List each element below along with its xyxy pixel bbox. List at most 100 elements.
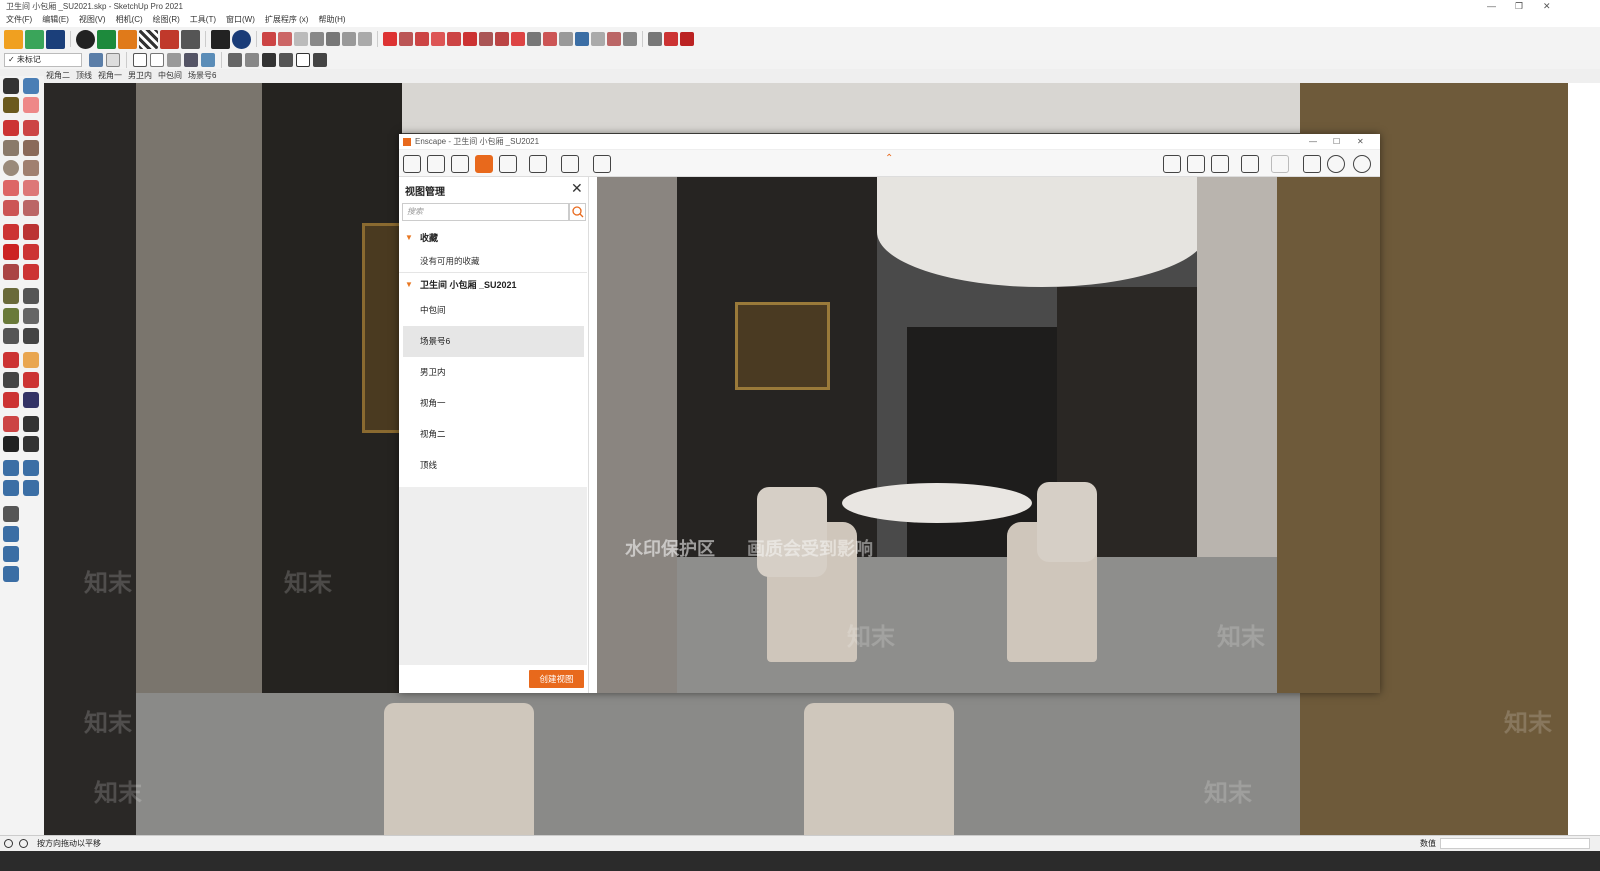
- measurements-input[interactable]: [1440, 838, 1590, 849]
- atmosphere-icon[interactable]: [1241, 155, 1259, 173]
- tool-icon-g[interactable]: [358, 32, 372, 46]
- cube-icon[interactable]: [1211, 155, 1229, 173]
- close-button[interactable]: ✕: [1543, 0, 1551, 13]
- view-management-icon[interactable]: [475, 155, 493, 173]
- help-icon[interactable]: [1353, 155, 1371, 173]
- arc3-tool-icon[interactable]: [3, 200, 19, 216]
- cloud-upload-icon[interactable]: [160, 29, 179, 49]
- tab-scene-6[interactable]: 场景号6: [188, 69, 216, 83]
- left-view-icon[interactable]: [313, 53, 327, 67]
- scale-tool-icon[interactable]: [3, 264, 19, 280]
- axes-tool-icon[interactable]: [3, 328, 19, 344]
- menu-help[interactable]: 帮助(H): [318, 13, 345, 27]
- bezier-tool-icon[interactable]: [431, 32, 445, 46]
- move-tool-icon[interactable]: [3, 224, 19, 240]
- visual-settings-icon[interactable]: [1303, 155, 1321, 173]
- pushpull-tool-icon[interactable]: [23, 224, 39, 240]
- settings-gear-icon[interactable]: [1327, 155, 1345, 173]
- zoom-extents-icon[interactable]: [3, 392, 19, 408]
- menu-tools[interactable]: 工具(T): [190, 13, 216, 27]
- sandbox-icon-d[interactable]: [23, 480, 39, 496]
- rotated-rect-icon[interactable]: [23, 140, 39, 156]
- menu-camera[interactable]: 相机(C): [116, 13, 143, 27]
- monochrome-icon[interactable]: [184, 53, 198, 67]
- tool-icon-b[interactable]: [278, 32, 292, 46]
- tag-select[interactable]: ✓ 未标记: [4, 53, 82, 67]
- menu-draw[interactable]: 绘图(R): [153, 13, 180, 27]
- offset-tool-icon[interactable]: [23, 264, 39, 280]
- status-info-icon[interactable]: [19, 839, 28, 848]
- model-header[interactable]: ▼ 卫生间 小包厢 _SU2021: [399, 275, 587, 295]
- tool-icon-l[interactable]: [591, 32, 605, 46]
- settings-icon[interactable]: [181, 29, 200, 49]
- wireframe-style-icon[interactable]: [106, 53, 120, 67]
- tool-icon-c[interactable]: [294, 32, 308, 46]
- followme-tool-icon[interactable]: [23, 244, 39, 260]
- capture-icon[interactable]: [46, 29, 65, 49]
- minimap-icon[interactable]: [1187, 155, 1205, 173]
- tool-icon-f[interactable]: [342, 32, 356, 46]
- top-view-icon[interactable]: [245, 53, 259, 67]
- weld-tool-icon[interactable]: [479, 32, 493, 46]
- tab-scene-4[interactable]: 男卫内: [128, 69, 152, 83]
- erase-tool-icon[interactable]: [511, 32, 525, 46]
- view-item[interactable]: 视角二: [399, 419, 587, 450]
- menu-file[interactable]: 文件(F): [6, 13, 32, 27]
- iso-view-icon[interactable]: [228, 53, 242, 67]
- lookaround-icon[interactable]: [23, 416, 39, 432]
- info-icon[interactable]: [232, 29, 251, 49]
- minimize-button[interactable]: —: [1487, 0, 1496, 13]
- vr-icon[interactable]: [1271, 155, 1289, 173]
- xray-style-icon[interactable]: [89, 53, 103, 67]
- create-view-button[interactable]: 创建视图: [529, 670, 584, 688]
- tool-icon-o[interactable]: [648, 32, 662, 46]
- export-icon[interactable]: [593, 155, 611, 173]
- tool-icon-h[interactable]: [527, 32, 541, 46]
- line-tool-icon[interactable]: [383, 32, 397, 46]
- sync-icon[interactable]: [25, 29, 44, 49]
- view-item[interactable]: 视角一: [399, 388, 587, 419]
- panorama-icon[interactable]: [561, 155, 579, 173]
- curve-tool-icon[interactable]: [415, 32, 429, 46]
- share-model-icon[interactable]: [3, 566, 19, 582]
- home-icon[interactable]: [403, 155, 421, 173]
- split-tool-icon[interactable]: [495, 32, 509, 46]
- rectangle-tool-icon[interactable]: [3, 140, 19, 156]
- tab-scene-1[interactable]: 视角二: [46, 69, 70, 83]
- sandbox-icon-a[interactable]: [3, 460, 19, 476]
- hidden-line-icon[interactable]: [133, 53, 147, 67]
- 3dtext-tool-icon[interactable]: [23, 328, 39, 344]
- tree-icon[interactable]: [97, 29, 116, 49]
- style-icon[interactable]: [201, 53, 215, 67]
- arc-tool-icon[interactable]: [3, 180, 19, 196]
- add-circle-icon[interactable]: [76, 29, 95, 49]
- menu-extensions[interactable]: 扩展程序 (x): [265, 13, 309, 27]
- dimension-tool-icon[interactable]: [23, 288, 39, 304]
- menu-edit[interactable]: 编辑(E): [42, 13, 69, 27]
- tape-tool-icon[interactable]: [3, 288, 19, 304]
- text-tool-icon[interactable]: [23, 308, 39, 324]
- map-icon[interactable]: [1163, 155, 1181, 173]
- menu-window[interactable]: 窗口(W): [226, 13, 255, 27]
- tool-icon-d[interactable]: [310, 32, 324, 46]
- select-tool-icon[interactable]: [3, 78, 19, 94]
- extension-warehouse-icon[interactable]: [3, 546, 19, 562]
- orbit-tool-icon[interactable]: [3, 352, 19, 368]
- search-icon[interactable]: [569, 203, 586, 221]
- position-camera-icon[interactable]: [3, 416, 19, 432]
- zoom-tool-icon[interactable]: [3, 372, 19, 388]
- tool-icon-a[interactable]: [262, 32, 276, 46]
- rotate-tool-icon[interactable]: [3, 244, 19, 260]
- bim-icon[interactable]: [451, 155, 469, 173]
- material-icon[interactable]: [139, 29, 158, 49]
- textured-icon[interactable]: [167, 53, 181, 67]
- view-item[interactable]: 中包间: [399, 295, 587, 326]
- enscape-maximize-button[interactable]: ☐: [1333, 134, 1340, 150]
- circle-tool-icon[interactable]: [3, 160, 19, 176]
- view-item[interactable]: 男卫内: [399, 357, 587, 388]
- move-cursor-icon[interactable]: [3, 506, 19, 522]
- sandbox-icon-b[interactable]: [23, 460, 39, 476]
- tab-scene-5[interactable]: 中包间: [158, 69, 182, 83]
- tab-scene-2[interactable]: 顶线: [76, 69, 92, 83]
- tool-icon-j[interactable]: [559, 32, 573, 46]
